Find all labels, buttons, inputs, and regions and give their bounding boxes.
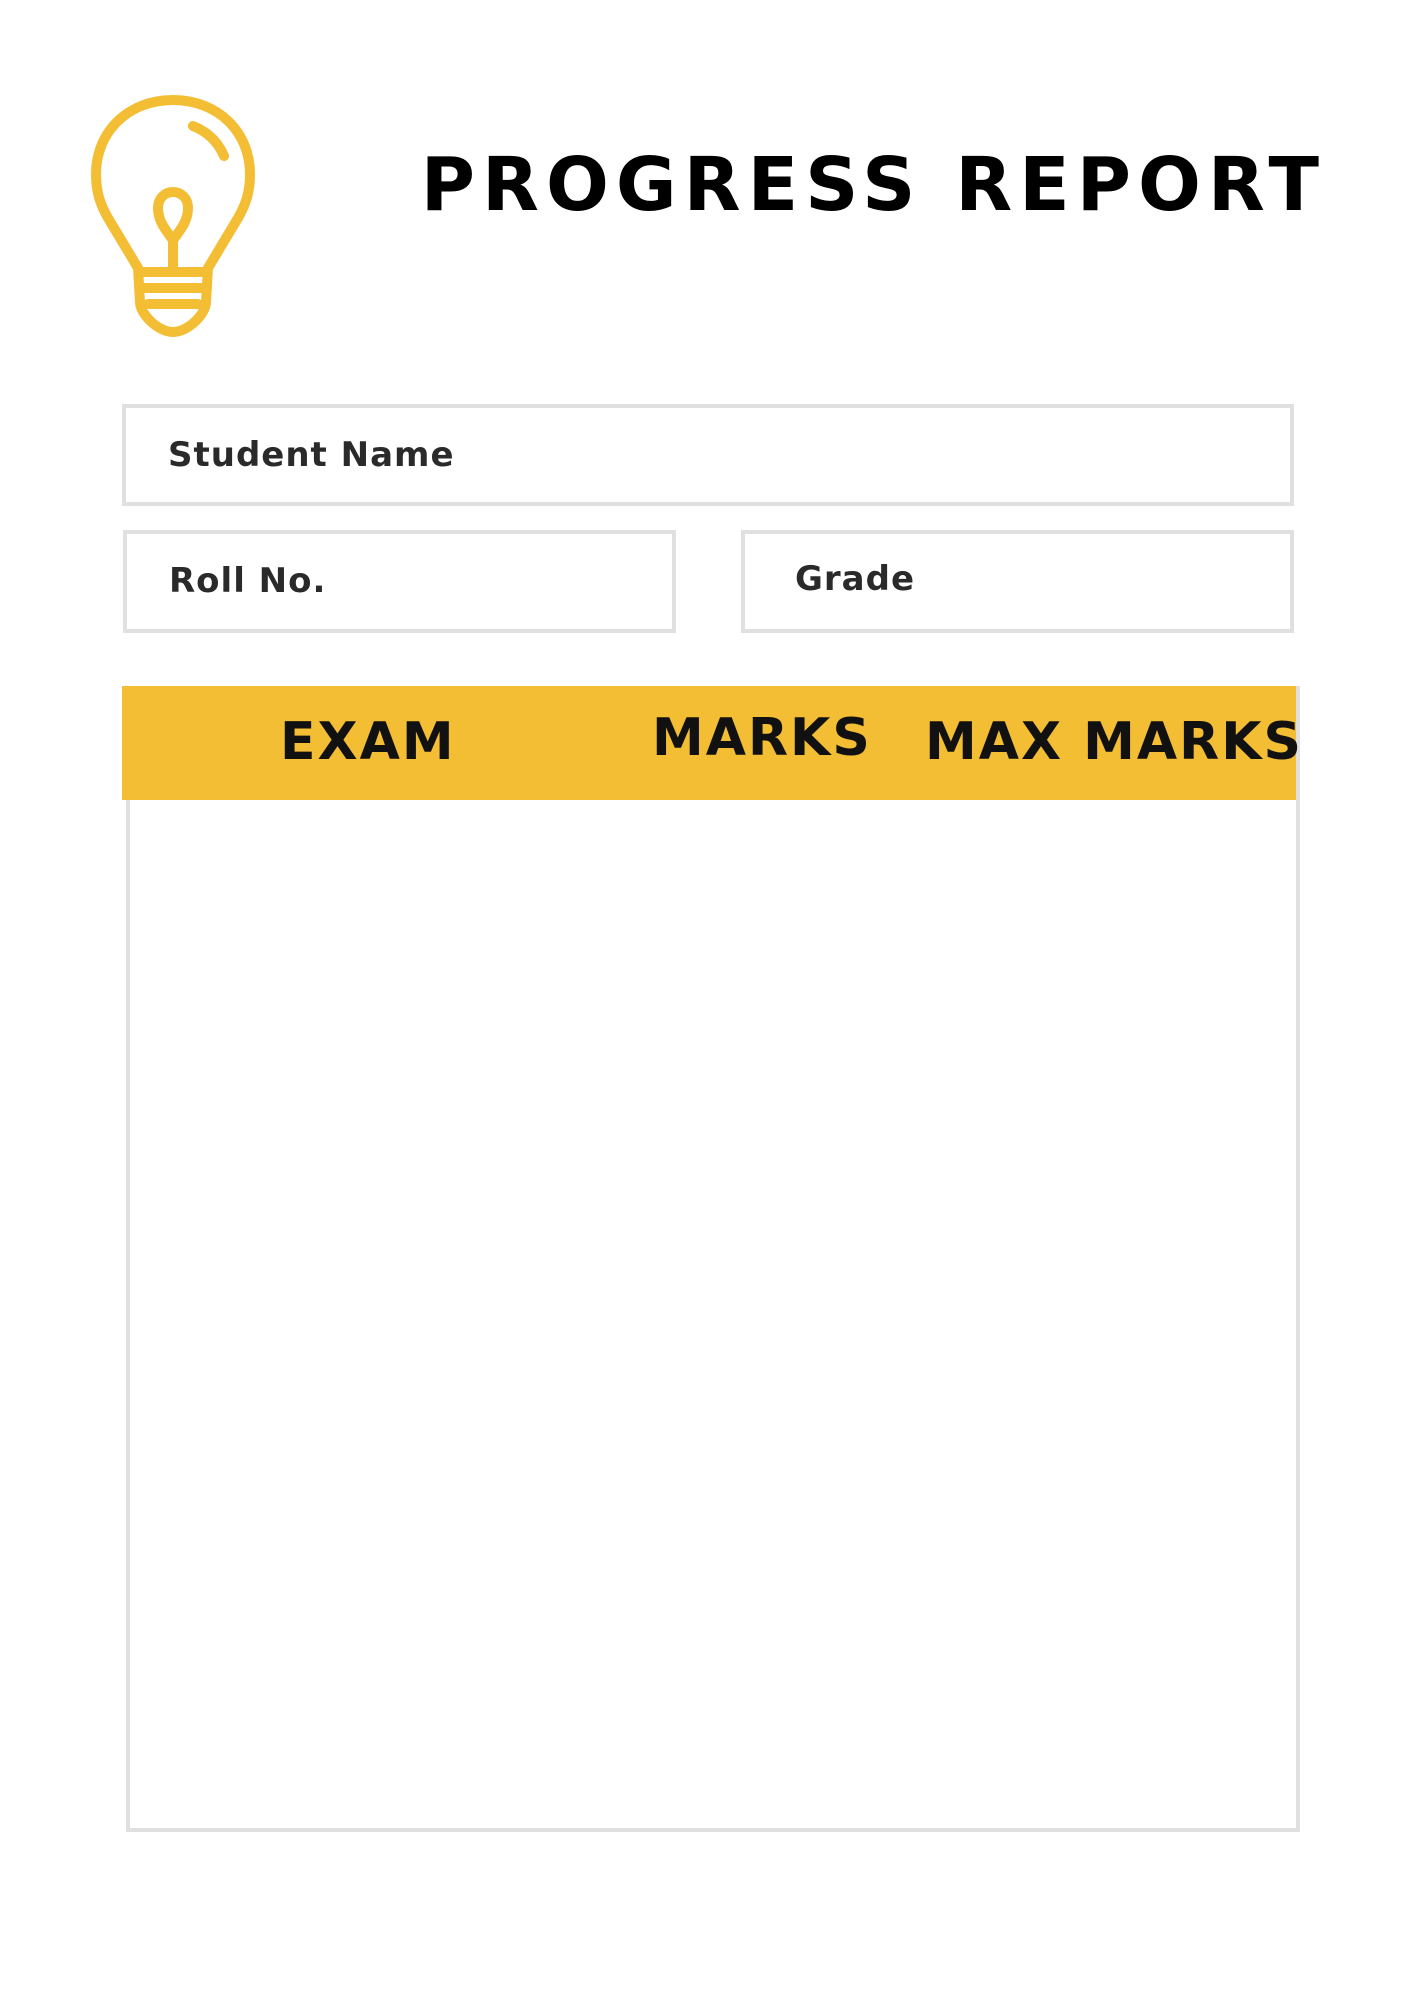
grade-label: Grade [795,559,916,599]
student-name-label: Student Name [168,435,455,475]
page-title: PROGRESS REPORT [420,142,1326,228]
lightbulb-icon [91,95,255,337]
column-header-max-marks: MAX MARKS [925,712,1303,772]
column-header-exam: EXAM [280,712,456,772]
roll-no-label: Roll No. [169,561,327,601]
column-header-marks: MARKS [652,708,872,768]
marks-table-body[interactable] [126,686,1300,1832]
roll-no-field[interactable]: Roll No. [123,530,676,633]
grade-field[interactable]: Grade [741,530,1294,633]
student-name-field[interactable]: Student Name [122,404,1294,506]
marks-table-header: EXAM MARKS MAX MARKS [122,686,1301,800]
